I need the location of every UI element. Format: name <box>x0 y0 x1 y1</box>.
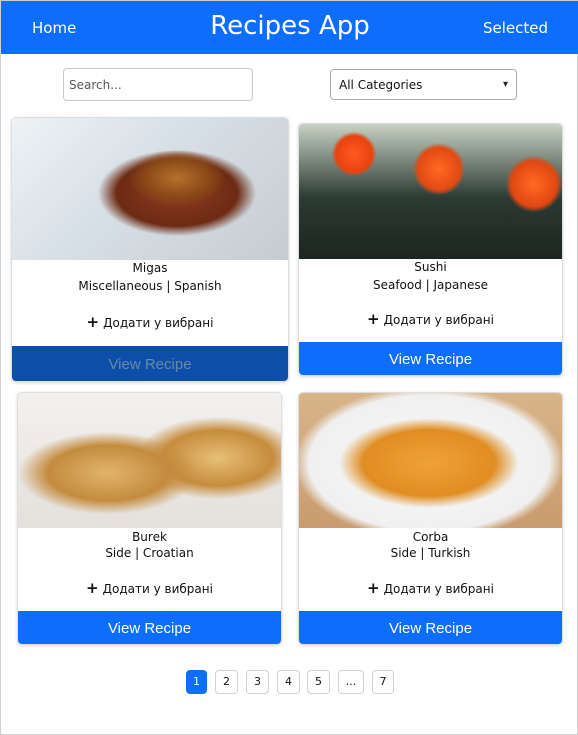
search-input[interactable] <box>63 68 253 101</box>
recipe-image-sushi[interactable] <box>299 124 562 259</box>
add-to-favorites-label: Додати у вибрані <box>103 316 214 330</box>
add-to-favorites-label: Додати у вибрані <box>383 582 494 596</box>
page-button-7[interactable]: 7 <box>372 670 394 694</box>
category-select[interactable]: All Categories ▾ <box>330 69 517 100</box>
add-to-favorites-button[interactable]: + Додати у вибрані <box>18 579 281 597</box>
add-to-favorites-label: Додати у вибрані <box>383 313 494 327</box>
recipe-category-area: Side | Croatian <box>105 546 194 560</box>
plus-icon: + <box>367 310 380 328</box>
recipe-image-corba[interactable] <box>299 393 562 528</box>
page-ellipsis[interactable]: ... <box>338 670 364 694</box>
page-button-5[interactable]: 5 <box>307 670 330 694</box>
recipe-image-burek[interactable] <box>18 393 281 528</box>
plus-icon: + <box>86 579 99 597</box>
recipe-card-burek: Burek Side | Croatian + Додати у вибрані … <box>17 392 282 645</box>
page-button-2[interactable]: 2 <box>215 670 238 694</box>
plus-icon: + <box>86 313 100 331</box>
recipe-category-area: Miscellaneous | Spanish <box>78 279 222 293</box>
recipe-name: Sushi <box>414 260 447 274</box>
recipe-name: Burek <box>132 530 167 544</box>
recipe-category-area: Side | Turkish <box>390 546 471 560</box>
recipe-name: Migas <box>132 261 168 275</box>
add-to-favorites-label: Додати у вибрані <box>102 582 213 596</box>
add-to-favorites-button[interactable]: + Додати у вибрані <box>12 313 288 331</box>
nav-selected-link[interactable]: Selected <box>483 19 548 37</box>
recipe-card-migas: Migas Miscellaneous | Spanish + Додати у … <box>11 117 289 382</box>
view-recipe-button[interactable]: View Recipe <box>299 342 562 375</box>
chevron-down-icon: ▾ <box>502 79 508 90</box>
app-header: Home Recipes App Selected <box>1 1 578 54</box>
plus-icon: + <box>367 579 380 597</box>
recipe-category-area: Seafood | Japanese <box>372 278 489 292</box>
view-recipe-button[interactable]: View Recipe <box>299 611 562 644</box>
recipe-image-migas[interactable] <box>12 118 288 260</box>
recipe-name: Corba <box>412 530 449 544</box>
view-recipe-button[interactable]: View Recipe <box>18 611 281 644</box>
page-button-4[interactable]: 4 <box>277 670 300 694</box>
add-to-favorites-button[interactable]: + Додати у вибрані <box>299 579 562 597</box>
recipe-card-corba: Corba Side | Turkish + Додати у вибрані V… <box>298 392 563 645</box>
category-select-value: All Categories <box>339 77 423 92</box>
page-button-1[interactable]: 1 <box>186 670 207 694</box>
add-to-favorites-button[interactable]: + Додати у вибрані <box>299 310 562 328</box>
pagination: 1 2 3 4 5 ... 7 <box>1 670 578 694</box>
page-button-3[interactable]: 3 <box>246 670 269 694</box>
view-recipe-button[interactable]: View Recipe <box>12 346 288 381</box>
recipe-card-sushi: Sushi Seafood | Japanese + Додати у вибра… <box>298 123 563 376</box>
